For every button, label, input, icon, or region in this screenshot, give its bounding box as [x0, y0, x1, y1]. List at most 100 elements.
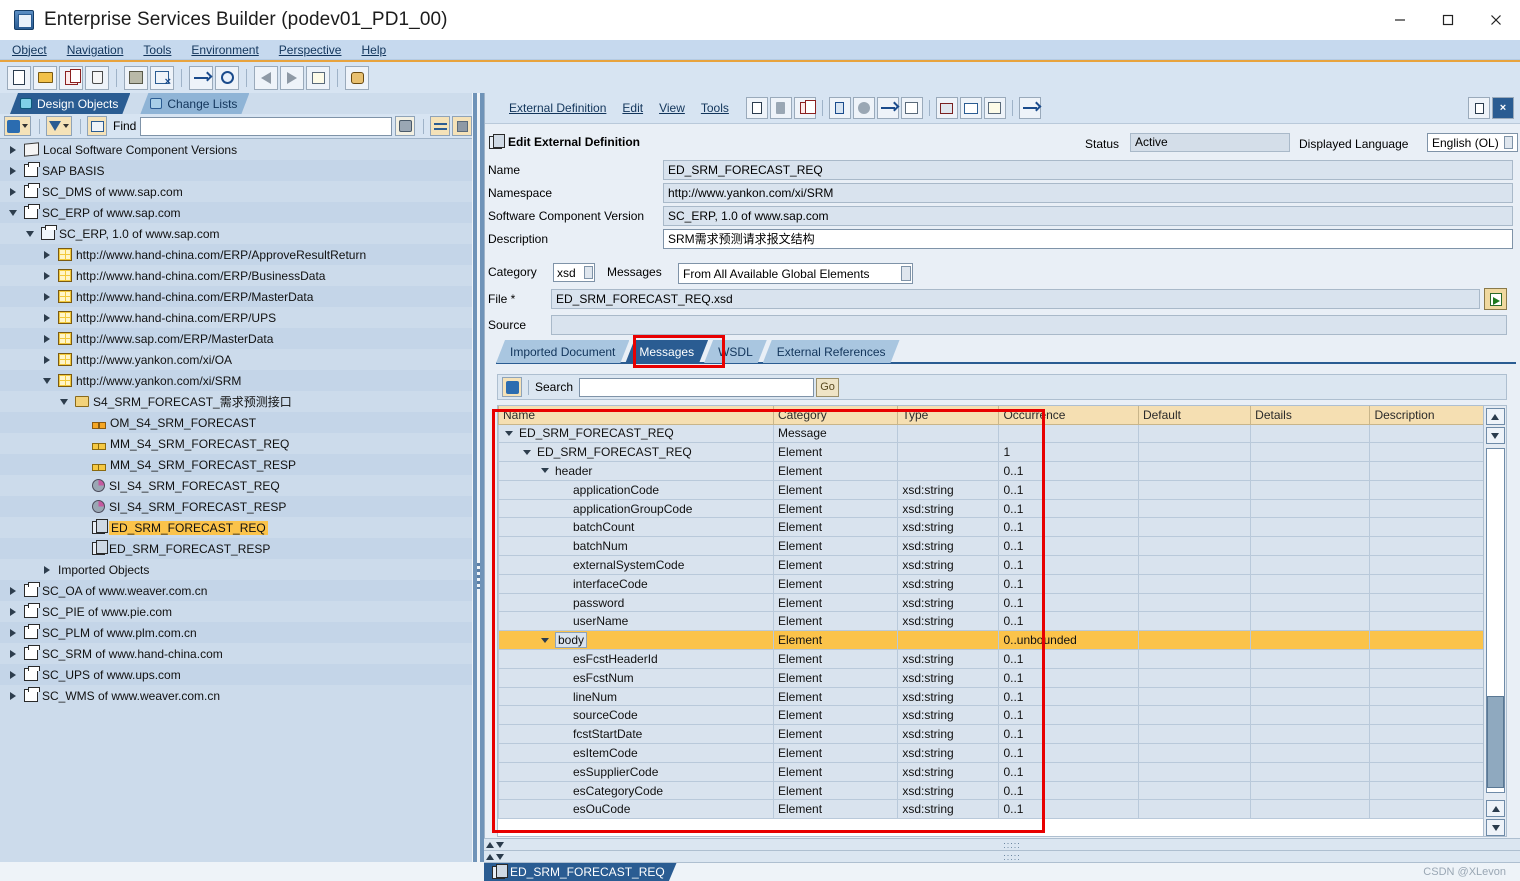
copy-editor-icon[interactable] [793, 97, 816, 119]
table-row[interactable]: applicationGroupCode Element xsd:string 0..… [498, 498, 1506, 519]
tree-item[interactable]: SC_ERP, 1.0 of www.sap.com [0, 223, 472, 244]
collapse-toggle-icon[interactable] [40, 378, 54, 384]
table-row[interactable]: externalSystemCode Element xsd:string 0..1 [498, 555, 1506, 575]
tree-item[interactable]: Imported Objects [0, 559, 472, 580]
table-row[interactable]: userName Element xsd:string 0..1 [498, 611, 1506, 632]
column-header-category[interactable]: Category [772, 406, 899, 425]
tree-item[interactable]: http://www.hand-china.com/ERP/BusinessDa… [0, 265, 472, 286]
row-collapse-icon[interactable] [539, 468, 551, 473]
table-row[interactable]: esFcstNum Element xsd:string 0..1 [498, 667, 1506, 688]
refresh-icon[interactable] [4, 116, 31, 136]
drag-handle-dots[interactable]: ::::: [1003, 852, 1021, 862]
expand-toggle-icon[interactable] [6, 188, 20, 196]
source-value[interactable] [551, 315, 1507, 335]
transport-icon[interactable] [189, 65, 213, 90]
table-row[interactable]: interfaceCode Element xsd:string 0..1 [498, 573, 1506, 594]
open-icon[interactable] [33, 65, 57, 90]
object-tree[interactable]: Local Software Component Versions SAP BAS… [0, 139, 472, 881]
menu-environment[interactable]: Environment [191, 43, 258, 57]
menu-help[interactable]: Help [361, 43, 386, 57]
expand-toggle-icon[interactable] [6, 608, 20, 616]
table-row[interactable]: ED_SRM_FORECAST_REQ Message [498, 423, 1506, 444]
editor-resize-bar-top[interactable]: ::::: [484, 838, 1520, 850]
table-row[interactable]: esSupplierCode Element xsd:string 0..1 [498, 761, 1506, 782]
editor-resize-bar-bottom[interactable]: ::::: [484, 850, 1520, 862]
tree-item[interactable]: ED_SRM_FORECAST_RESP [0, 538, 472, 559]
collapse-toggle-icon[interactable] [57, 399, 71, 405]
table-row[interactable]: applicationCode Element xsd:string 0..1 [498, 479, 1506, 500]
expand-toggle-icon[interactable] [40, 272, 54, 280]
stop-icon[interactable] [452, 116, 472, 136]
splitter-grip[interactable] [477, 563, 480, 589]
table-row[interactable]: body Element 0..unbounded [498, 630, 1506, 651]
search-go-button[interactable]: Go [816, 377, 840, 397]
history-icon[interactable] [983, 97, 1006, 119]
expand-toggle-icon[interactable] [40, 356, 54, 364]
tree-item[interactable]: http://www.hand-china.com/ERP/UPS [0, 307, 472, 328]
tree-item[interactable]: SC_WMS of www.weaver.com.cn [0, 685, 472, 706]
scroll-down-button[interactable] [1485, 427, 1505, 444]
activate-icon[interactable] [769, 97, 792, 119]
collapse-all-icon[interactable] [87, 116, 107, 136]
table-row[interactable]: esOuCode Element xsd:string 0..1 [498, 799, 1506, 820]
column-header-details[interactable]: Details [1250, 406, 1371, 425]
collapse-toggle-icon[interactable] [23, 231, 37, 237]
forward-icon[interactable] [280, 65, 304, 90]
scroll-page-down-button[interactable] [1486, 819, 1505, 836]
tree-item[interactable]: SC_OA of www.weaver.com.cn [0, 580, 472, 601]
print-icon[interactable] [935, 97, 958, 119]
hierarchy-icon[interactable] [1018, 97, 1041, 119]
messages-table[interactable]: Name Category Type Occurrence Default De… [497, 405, 1507, 837]
expand-toggle-icon[interactable] [40, 335, 54, 343]
import-file-icon[interactable] [1484, 288, 1507, 310]
expand-toggle-icon[interactable] [6, 629, 20, 637]
search-input[interactable] [579, 377, 815, 397]
copy-icon[interactable] [59, 65, 83, 90]
tree-item[interactable]: OM_S4_SRM_FORECAST [0, 412, 472, 433]
table-row[interactable]: password Element xsd:string 0..1 [498, 592, 1506, 613]
maximize-icon[interactable] [1424, 0, 1472, 40]
palette-icon[interactable] [345, 65, 369, 90]
save-icon[interactable] [124, 65, 148, 90]
editor-menu-edit[interactable]: Edit [622, 101, 643, 115]
column-header-default[interactable]: Default [1137, 406, 1252, 425]
pin-icon[interactable] [1468, 97, 1490, 119]
delete-icon[interactable] [85, 65, 109, 90]
tab-wsdl[interactable]: WSDL [704, 340, 767, 363]
column-header-name[interactable]: Name [498, 406, 774, 425]
category-select[interactable]: xsd [553, 263, 595, 282]
field-description-value[interactable]: SRM需求预测请求报文结构 [663, 228, 1513, 249]
table-row[interactable]: esItemCode Element xsd:string 0..1 [498, 743, 1506, 763]
row-collapse-icon[interactable] [539, 638, 551, 643]
tree-item[interactable]: http://www.hand-china.com/ERP/MasterData [0, 286, 472, 307]
tree-item[interactable]: SAP BASIS [0, 160, 472, 181]
messages-select[interactable]: From All Available Global Elements [678, 263, 913, 284]
resize-arrows[interactable] [486, 841, 504, 848]
table-row[interactable]: ED_SRM_FORECAST_REQ Element 1 [498, 442, 1506, 463]
scroll-thumb[interactable] [1487, 696, 1504, 788]
close-editor-icon[interactable]: × [1492, 97, 1514, 119]
tab-messages[interactable]: Messages [625, 340, 708, 363]
table-row[interactable]: fcstStartDate Element xsd:string 0..1 [498, 724, 1506, 745]
field-name-value[interactable]: ED_SRM_FORECAST_REQ [663, 159, 1513, 180]
table-row[interactable]: esCategoryCode Element xsd:string 0..1 [498, 780, 1506, 801]
field-namespace-value[interactable]: http://www.yankon.com/xi/SRM [663, 182, 1513, 203]
expand-toggle-icon[interactable] [6, 650, 20, 658]
field-swcv-value[interactable]: SC_ERP, 1.0 of www.sap.com [663, 205, 1513, 226]
column-header-type[interactable]: Type [897, 406, 1000, 425]
tree-item[interactable]: SC_ERP of www.sap.com [0, 202, 472, 223]
table-row[interactable]: header Element 0..1 [498, 461, 1506, 481]
config-icon[interactable] [900, 97, 923, 119]
table-row[interactable]: sourceCode Element xsd:string 0..1 [498, 705, 1506, 726]
close-icon[interactable] [1472, 0, 1520, 40]
tab-change-lists[interactable]: Change Lists [140, 93, 249, 114]
tab-imported-document[interactable]: Imported Document [496, 340, 629, 363]
binoculars-icon[interactable] [395, 116, 415, 136]
dependencies-icon[interactable] [876, 97, 899, 119]
row-collapse-icon[interactable] [521, 450, 533, 455]
column-header-occurrence[interactable]: Occurrence [998, 406, 1139, 425]
table-icon[interactable] [959, 97, 982, 119]
collapse-toggle-icon[interactable] [6, 210, 20, 216]
table-row[interactable]: batchNum Element xsd:string 0..1 [498, 536, 1506, 557]
minimize-icon[interactable] [1376, 0, 1424, 40]
